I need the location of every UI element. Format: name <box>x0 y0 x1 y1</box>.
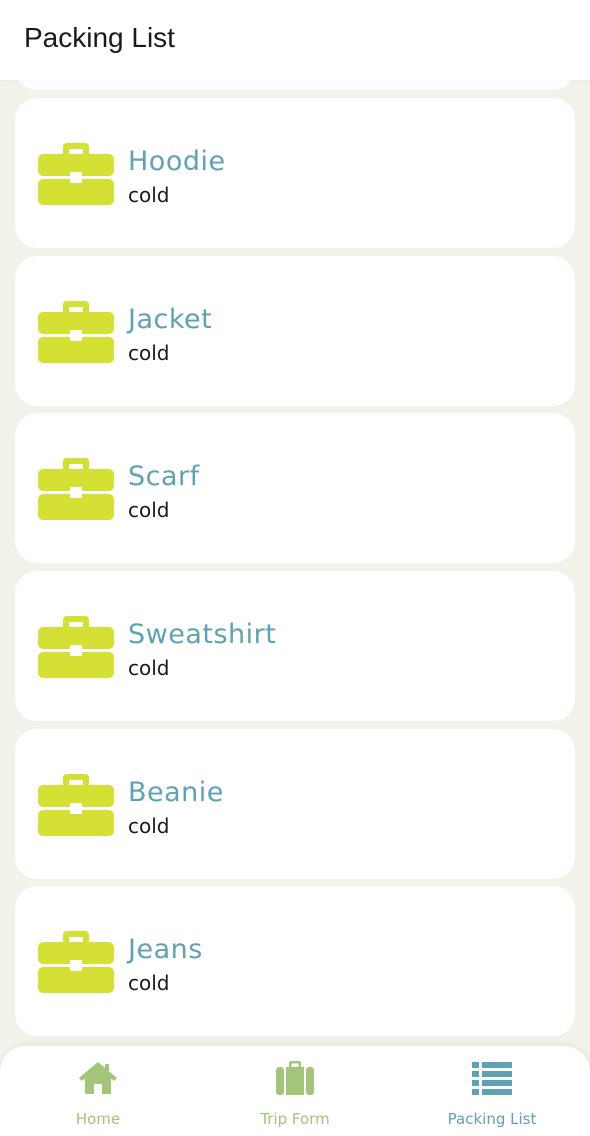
list-item[interactable]: Hoodie cold <box>15 98 575 248</box>
list-item[interactable]: Scarf cold <box>15 413 575 563</box>
tab-trip-form[interactable]: Trip Form <box>197 1046 393 1136</box>
briefcase-icon <box>38 774 114 836</box>
item-name: Hoodie <box>128 146 226 177</box>
item-tag: cold <box>128 971 170 995</box>
list-item[interactable]: Jeans cold <box>15 886 575 1036</box>
item-name: Jeans <box>128 934 203 965</box>
packing-list[interactable]: Hoodie cold Jacket cold Scarf cold Sweat… <box>0 0 590 1136</box>
list-item[interactable]: Beanie cold <box>15 729 575 879</box>
tab-label: Trip Form <box>260 1110 330 1128</box>
list-icon <box>472 1062 512 1095</box>
suitcase-icon <box>276 1061 314 1095</box>
item-name: Jacket <box>128 304 213 335</box>
item-tag: cold <box>128 814 170 838</box>
item-tag: cold <box>128 498 170 522</box>
item-tag: cold <box>128 183 170 207</box>
briefcase-icon <box>38 616 114 678</box>
tab-home[interactable]: Home <box>0 1046 196 1136</box>
bottom-tab-bar: Home Trip Form Packing List <box>0 1046 590 1136</box>
app-header: Packing List <box>0 0 590 80</box>
briefcase-icon <box>38 143 114 205</box>
item-name: Beanie <box>128 777 224 808</box>
page-title: Packing List <box>24 22 175 53</box>
home-icon <box>79 1062 117 1094</box>
briefcase-icon <box>38 458 114 520</box>
briefcase-icon <box>38 931 114 993</box>
item-tag: cold <box>128 341 170 365</box>
item-name: Scarf <box>128 461 200 492</box>
item-name: Sweatshirt <box>128 619 277 650</box>
briefcase-icon <box>38 301 114 363</box>
tab-label: Packing List <box>447 1110 537 1128</box>
app-screen: Hoodie cold Jacket cold Scarf cold Sweat… <box>0 0 590 1136</box>
tab-packing-list[interactable]: Packing List <box>394 1046 590 1136</box>
item-tag: cold <box>128 656 170 680</box>
tab-label: Home <box>75 1110 121 1128</box>
list-item[interactable]: Sweatshirt cold <box>15 571 575 721</box>
list-item[interactable]: Jacket cold <box>15 256 575 406</box>
